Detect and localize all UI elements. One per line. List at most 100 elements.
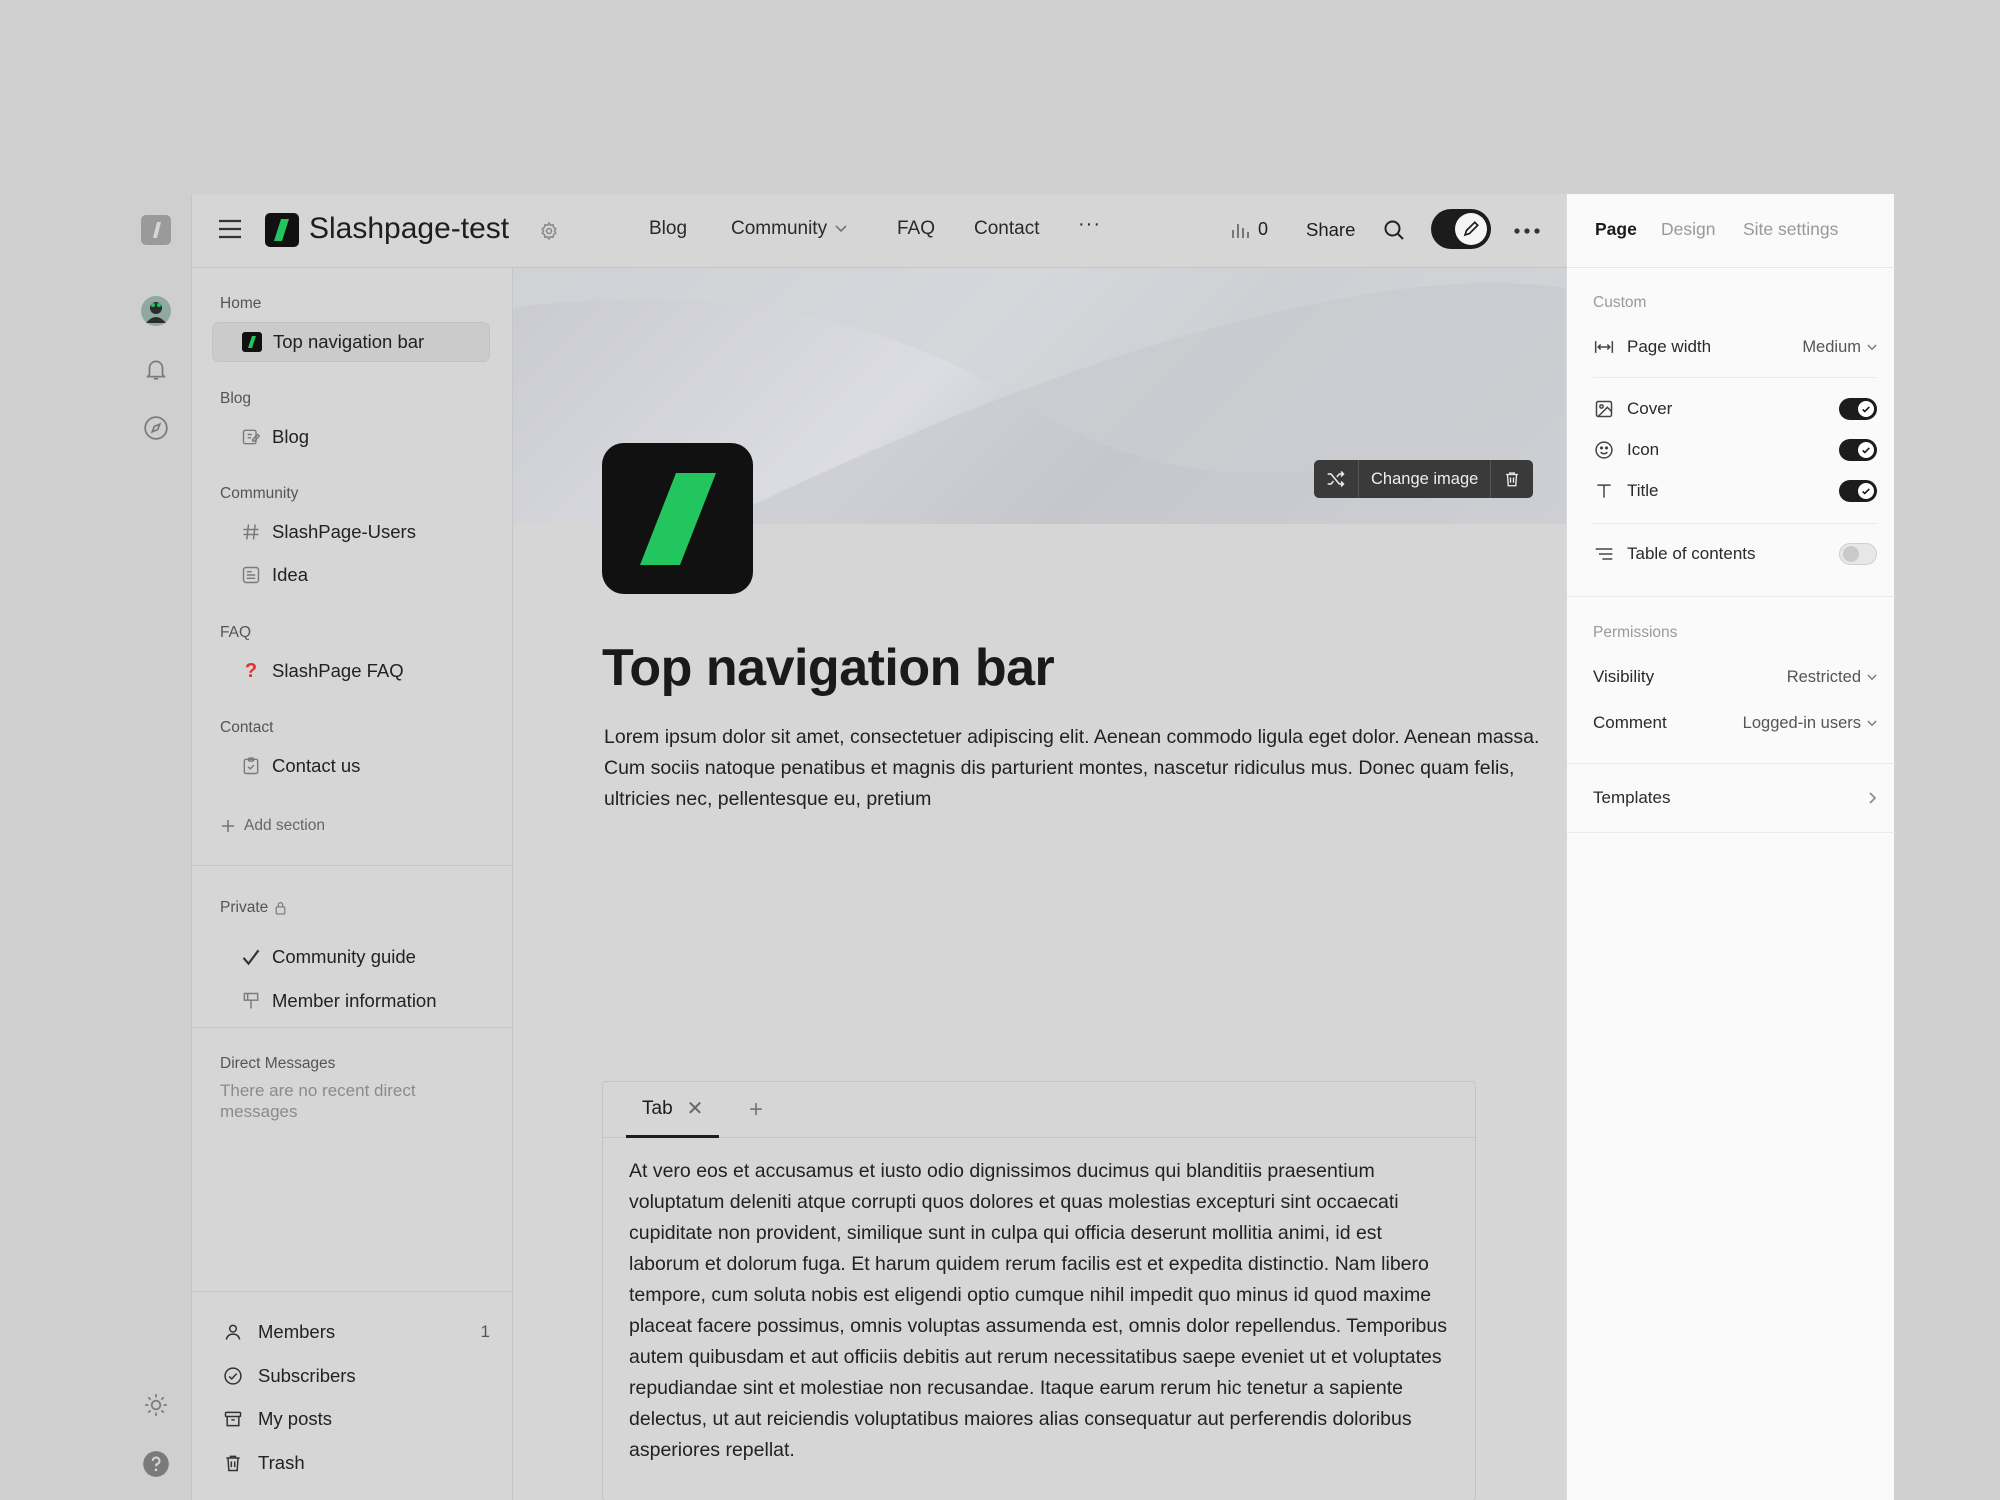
cover-toggle-row[interactable]: Cover bbox=[1593, 392, 1877, 426]
sidebar-item-slashpage-faq[interactable]: ? SlashPage FAQ bbox=[212, 651, 490, 691]
user-avatar[interactable] bbox=[138, 293, 174, 329]
sidebar-item-slashpage-users[interactable]: SlashPage-Users bbox=[212, 512, 490, 552]
footer-item-subscribers[interactable]: Subscribers bbox=[222, 1358, 490, 1394]
page-width-label: Page width bbox=[1627, 337, 1712, 356]
icon-toggle[interactable] bbox=[1839, 439, 1877, 461]
page-body-text[interactable]: Lorem ipsum dolor sit amet, consectetuer… bbox=[604, 722, 1544, 815]
app-window: Home Top navigation bar Blog Blog Commun… bbox=[121, 194, 1895, 1500]
tab-item[interactable]: Tab ✕ bbox=[626, 1082, 720, 1138]
tab-design[interactable]: Design bbox=[1661, 219, 1715, 240]
tab-page[interactable]: Page bbox=[1595, 219, 1637, 240]
sidebar-item-idea[interactable]: Idea bbox=[212, 555, 490, 595]
archive-icon bbox=[222, 1408, 244, 1430]
toc-toggle-row[interactable]: Table of contents bbox=[1593, 537, 1877, 571]
sidebar-divider bbox=[192, 1291, 513, 1292]
custom-section-label: Custom bbox=[1593, 294, 1647, 311]
top-header: Slashpage-test Blog Community FAQ Contac… bbox=[192, 194, 1566, 268]
check-circle-icon bbox=[222, 1365, 244, 1387]
chevron-down-icon bbox=[1867, 674, 1877, 680]
cover-controls: Change image bbox=[1314, 460, 1534, 498]
edit-mode-toggle[interactable] bbox=[1431, 209, 1491, 249]
section-label-direct-messages: Direct Messages bbox=[220, 1055, 336, 1072]
pencil-icon bbox=[1455, 213, 1487, 245]
visibility-value: Restricted bbox=[1786, 667, 1861, 686]
views-counter[interactable]: 0 bbox=[1230, 219, 1268, 240]
site-settings-gear-icon[interactable] bbox=[539, 221, 559, 241]
panel-divider bbox=[1593, 523, 1877, 524]
share-button[interactable]: Share bbox=[1306, 219, 1355, 241]
sidebar-item-label: SlashPage-Users bbox=[272, 521, 416, 542]
footer-item-my-posts[interactable]: My posts bbox=[222, 1401, 490, 1437]
compass-icon[interactable] bbox=[138, 410, 174, 446]
nav-community-label: Community bbox=[731, 218, 828, 239]
comment-label: Comment bbox=[1593, 713, 1667, 732]
nav-more-dots[interactable]: ··· bbox=[1078, 213, 1101, 236]
page-width-row[interactable]: Page width Medium bbox=[1593, 330, 1877, 364]
members-label: Members bbox=[258, 1321, 336, 1342]
tab-content-text[interactable]: At vero eos et accusamus et iusto odio d… bbox=[603, 1138, 1475, 1484]
board-icon bbox=[240, 564, 262, 586]
site-title[interactable]: Slashpage-test bbox=[309, 212, 509, 246]
site-logo[interactable] bbox=[265, 213, 299, 247]
chevron-right-icon bbox=[1863, 792, 1877, 804]
views-count: 0 bbox=[1258, 219, 1269, 239]
add-section-button[interactable]: Add section bbox=[220, 806, 498, 846]
nav-link-community[interactable]: Community bbox=[731, 218, 847, 240]
trash-label: Trash bbox=[258, 1452, 305, 1473]
sidebar-item-label: SlashPage FAQ bbox=[272, 660, 404, 681]
visibility-dropdown[interactable]: Restricted bbox=[1787, 668, 1877, 687]
icon-toggle-row[interactable]: Icon bbox=[1593, 433, 1877, 467]
tab-site-settings[interactable]: Site settings bbox=[1743, 219, 1838, 240]
footer-item-trash[interactable]: Trash bbox=[222, 1445, 490, 1481]
title-toggle-row[interactable]: Title bbox=[1593, 474, 1877, 508]
sidebar-item-contact-us[interactable]: Contact us bbox=[212, 746, 490, 786]
add-tab-plus-icon[interactable]: + bbox=[749, 1096, 763, 1124]
sidebar-item-label: Top navigation bar bbox=[273, 331, 425, 352]
section-label-community: Community bbox=[220, 485, 299, 502]
bell-icon[interactable] bbox=[138, 351, 174, 387]
chevron-down-icon bbox=[1867, 720, 1877, 726]
search-icon[interactable] bbox=[1382, 218, 1406, 242]
settings-panel: Page Design Site settings Custom Page wi… bbox=[1566, 194, 1895, 1500]
slashpage-logo-icon[interactable] bbox=[138, 212, 174, 248]
image-icon bbox=[1593, 398, 1615, 420]
more-options-icon[interactable] bbox=[1514, 228, 1540, 234]
shuffle-icon[interactable] bbox=[1314, 460, 1358, 498]
nav-link-contact[interactable]: Contact bbox=[974, 218, 1039, 240]
sidebar-item-community-guide[interactable]: Community guide bbox=[212, 937, 490, 977]
page-title[interactable]: Top navigation bar bbox=[602, 638, 1055, 698]
toc-toggle[interactable] bbox=[1839, 543, 1877, 565]
comment-dropdown[interactable]: Logged-in users bbox=[1743, 714, 1877, 733]
cover-toggle[interactable] bbox=[1839, 398, 1877, 420]
visibility-row[interactable]: Visibility Restricted bbox=[1593, 660, 1877, 694]
slashpage-page-icon bbox=[241, 331, 263, 353]
sun-icon[interactable] bbox=[138, 1387, 174, 1423]
lock-icon bbox=[274, 901, 287, 915]
width-icon bbox=[1593, 336, 1615, 358]
clipboard-icon bbox=[240, 755, 262, 777]
sidebar-item-member-information[interactable]: Member information bbox=[212, 981, 490, 1021]
private-label: Private bbox=[220, 899, 269, 916]
close-icon[interactable]: ✕ bbox=[687, 1096, 704, 1121]
hash-icon bbox=[240, 521, 262, 543]
bar-chart-icon bbox=[1230, 220, 1250, 240]
footer-item-members[interactable]: Members 1 bbox=[222, 1314, 490, 1350]
panel-tabs: Page Design Site settings bbox=[1567, 194, 1895, 268]
nav-link-blog[interactable]: Blog bbox=[649, 218, 687, 240]
comment-row[interactable]: Comment Logged-in users bbox=[1593, 706, 1877, 740]
delete-cover-trash-icon[interactable] bbox=[1490, 460, 1533, 498]
page-icon[interactable] bbox=[602, 443, 753, 594]
title-toggle[interactable] bbox=[1839, 480, 1877, 502]
smiley-icon bbox=[1593, 439, 1615, 461]
sidebar-item-blog[interactable]: Blog bbox=[212, 417, 490, 457]
nav-link-faq[interactable]: FAQ bbox=[897, 218, 935, 240]
section-label-blog: Blog bbox=[220, 390, 252, 407]
sidebar-item-top-navigation-bar[interactable]: Top navigation bar bbox=[212, 322, 490, 362]
templates-row[interactable]: Templates bbox=[1593, 781, 1877, 815]
change-image-button[interactable]: Change image bbox=[1358, 460, 1490, 498]
subscribers-label: Subscribers bbox=[258, 1365, 356, 1386]
page-width-value: Medium bbox=[1802, 337, 1861, 356]
page-width-dropdown[interactable]: Medium bbox=[1802, 338, 1877, 357]
help-icon[interactable] bbox=[138, 1446, 174, 1482]
hamburger-menu-icon[interactable] bbox=[217, 218, 243, 240]
